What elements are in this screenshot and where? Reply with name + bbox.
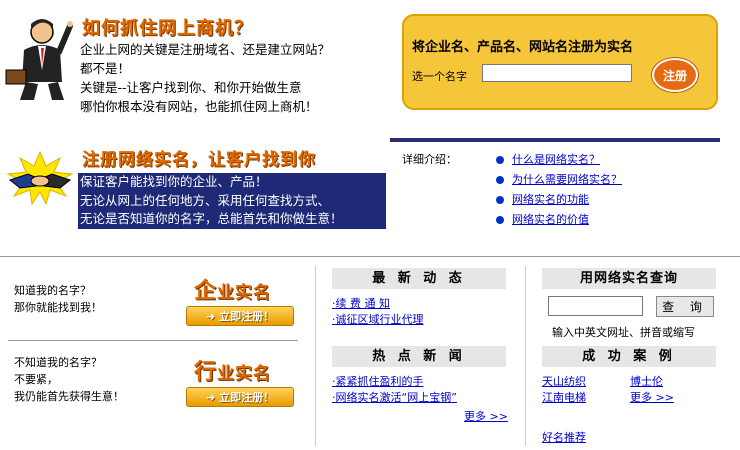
- industry-question: 不知道我的名字？ 不要紧， 我仍能首先获得生意！: [14, 354, 124, 405]
- news-link[interactable]: ·紧紧抓住盈利的手: [332, 373, 424, 389]
- brand-first: 企: [194, 279, 218, 304]
- detail-link-label[interactable]: 网络实名的功能: [512, 193, 589, 206]
- detail-link-why[interactable]: 为什么需要网络实名？: [496, 171, 622, 187]
- query-button[interactable]: 查 询: [656, 296, 714, 317]
- divider: [390, 138, 720, 142]
- register-label: 选一个名字: [412, 70, 467, 83]
- banner-line: 无论从网上的任何地方、采用任何查找方式、: [80, 192, 331, 208]
- news-link[interactable]: ·诚征区域行业代理: [332, 311, 424, 327]
- divider: [525, 266, 526, 446]
- details-label: 详细介绍：: [402, 153, 457, 166]
- question-line: 那你就能找到我！: [14, 301, 102, 314]
- divider: [8, 340, 298, 341]
- enterprise-register-now-button[interactable]: ➜ 立即注册！: [186, 306, 294, 326]
- brand-rest: 业实名: [217, 283, 272, 303]
- question-line: 知道我的名字？: [14, 284, 91, 297]
- cases-more-link[interactable]: 更多 >>: [630, 389, 674, 405]
- detail-link-label[interactable]: 网络实名的价值: [512, 213, 589, 226]
- question-line: 我仍能首先获得生意！: [14, 390, 124, 403]
- enterprise-question: 知道我的名字？ 那你就能找到我！: [14, 282, 102, 316]
- detail-link-value[interactable]: 网络实名的价值: [496, 211, 589, 227]
- netname-title: 注册网络实名，让客户找到你: [82, 150, 316, 170]
- intro-text: 企业上网的关键是注册域名、还是建立网站？ 都不是！ 关键是--让客户找到你、和你…: [80, 40, 330, 116]
- register-now-label: 立即注册！: [219, 391, 275, 404]
- register-now-label: 立即注册！: [219, 310, 275, 323]
- query-header: 用网络实名查询: [542, 268, 716, 289]
- arrow-right-icon: ➜: [205, 309, 216, 323]
- enterprise-name-logo[interactable]: 企业实名: [194, 273, 271, 305]
- divider: [315, 266, 316, 446]
- intro-line: 关键是--让客户找到你、和你开始做生意: [80, 80, 302, 95]
- case-link[interactable]: 江南电梯: [542, 389, 586, 405]
- case-link[interactable]: 天山纺织: [542, 373, 586, 389]
- bullet-icon: [496, 216, 504, 224]
- good-name-link[interactable]: 好名推荐: [542, 429, 586, 445]
- latest-news-header: 最 新 动 态: [332, 268, 506, 289]
- bullet-icon: [496, 156, 504, 164]
- hot-news-more-link[interactable]: 更多 >>: [464, 408, 508, 424]
- bullet-icon: [496, 196, 504, 204]
- intro-line: 都不是！: [80, 61, 131, 76]
- detail-link-features[interactable]: 网络实名的功能: [496, 191, 589, 207]
- brand-rest: 业实名: [217, 364, 272, 384]
- detail-link-what[interactable]: 什么是网络实名？: [496, 151, 600, 167]
- news-link[interactable]: ·续 费 通 知: [332, 295, 390, 311]
- industry-register-now-button[interactable]: ➜ 立即注册！: [186, 387, 294, 407]
- bullet-icon: [496, 176, 504, 184]
- divider: [0, 256, 740, 257]
- intro-line: 企业上网的关键是注册域名、还是建立网站？: [80, 42, 331, 57]
- register-button[interactable]: 注册: [652, 58, 698, 92]
- netname-banner: 保证客户能找到你的企业、产品！ 无论从网上的任何地方、采用任何查找方式、 无论是…: [78, 173, 386, 229]
- register-box: 将企业名、产品名、网站名注册为实名 选一个名字 注册: [402, 14, 718, 110]
- handshake-icon: [6, 150, 74, 206]
- arrow-right-icon: ➜: [205, 390, 216, 404]
- case-link[interactable]: 博士伦: [630, 373, 663, 389]
- news-link[interactable]: ·网络实名激活“网上宝钢”: [332, 389, 457, 405]
- intro-title: 如何抓住网上商机？: [82, 18, 253, 39]
- banner-line: 保证客户能找到你的企业、产品！: [80, 174, 268, 189]
- query-input[interactable]: [548, 296, 643, 316]
- businessman-pointing-icon: [4, 12, 74, 104]
- question-line: 不知道我的名字？: [14, 356, 102, 369]
- query-hint: 输入中英文网址、拼音或缩写: [552, 326, 695, 339]
- hot-news-header: 热 点 新 闻: [332, 346, 506, 367]
- industry-name-logo[interactable]: 行业实名: [194, 354, 271, 386]
- question-line: 不要紧，: [14, 373, 58, 386]
- brand-first: 行: [194, 360, 218, 385]
- banner-line: 无论是否知道你的名字，总能首先和你做生意！: [80, 211, 343, 226]
- register-name-input[interactable]: [482, 64, 632, 82]
- detail-link-label[interactable]: 什么是网络实名？: [512, 153, 600, 166]
- intro-line: 哪怕你根本没有网站，也能抓住网上商机！: [80, 99, 318, 114]
- register-title: 将企业名、产品名、网站名注册为实名: [412, 40, 634, 55]
- detail-link-label[interactable]: 为什么需要网络实名？: [512, 173, 622, 186]
- success-cases-header: 成 功 案 例: [542, 346, 716, 367]
